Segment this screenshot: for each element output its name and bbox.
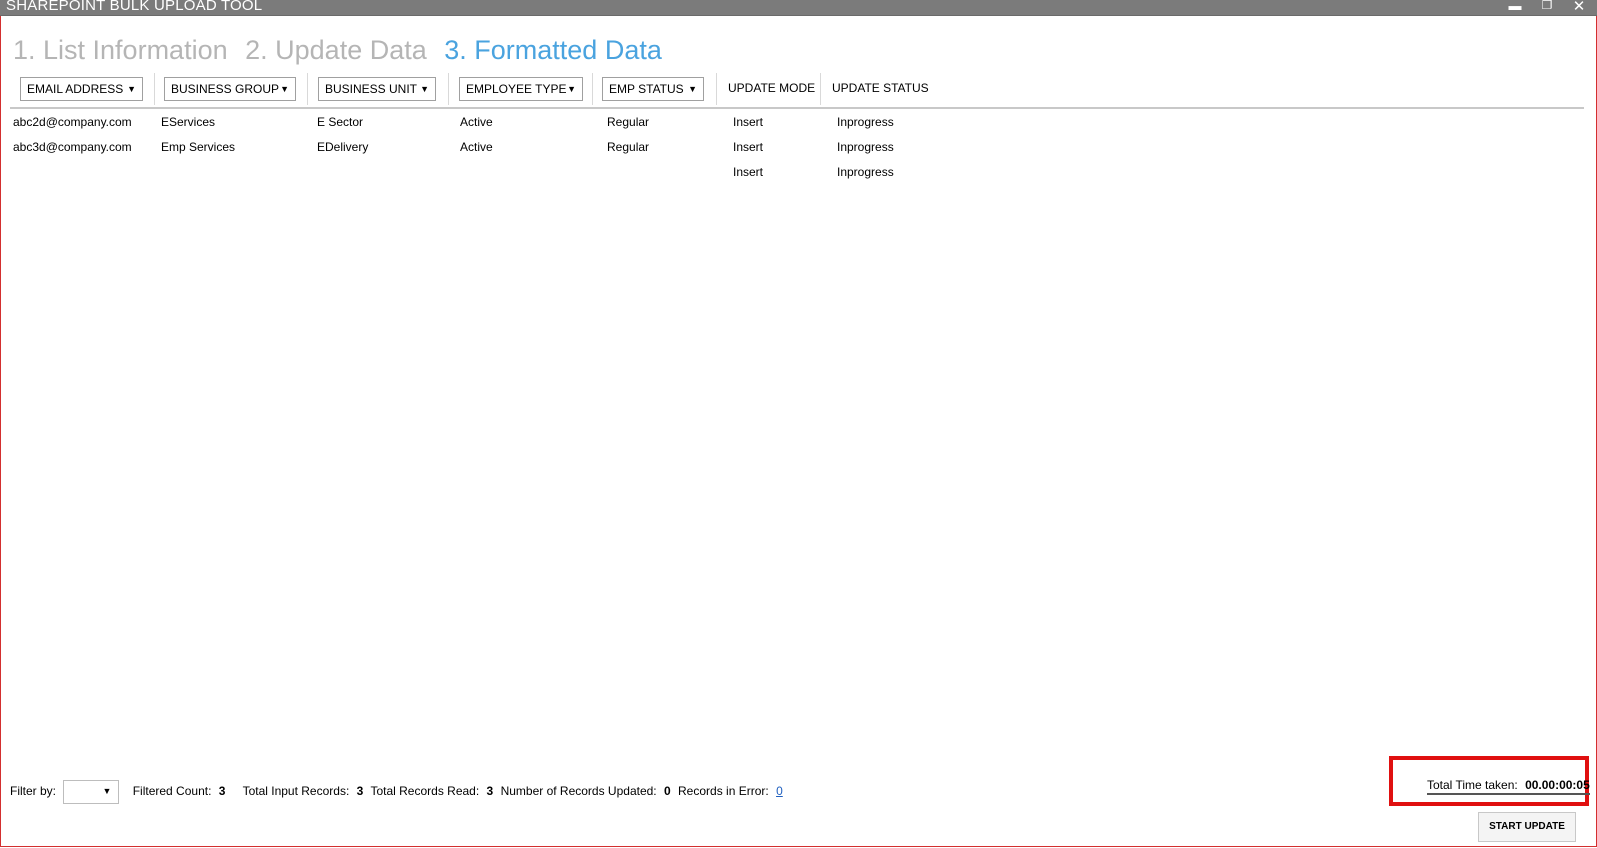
time-taken-label: Total Time taken: (1427, 778, 1518, 792)
table-row[interactable]: abc3d@company.com Emp Services EDelivery… (10, 135, 1010, 160)
grid-header: EMAIL ADDRESS ▼ BUSINESS GROUP ▼ BUSINES… (10, 73, 1584, 109)
column-label: BUSINESS UNIT (325, 82, 418, 96)
time-taken-value: 00.00:00:05 (1525, 778, 1590, 792)
update-mode-cell: Insert (733, 165, 764, 179)
total-read-label: Total Records Read: (370, 784, 480, 799)
column-emp-status: EMP STATUS ▼ (592, 73, 717, 105)
update-mode-cell: Insert (733, 115, 764, 129)
table-row[interactable]: abc2d@company.com EServices E Sector Act… (10, 110, 1010, 135)
status-bar: Filter by: ▼ Filtered Count: 3 Total Inp… (10, 780, 783, 804)
column-business-group: BUSINESS GROUP ▼ (154, 73, 308, 105)
total-input-value: 3 (356, 784, 364, 799)
filtered-count-label: Filtered Count: (132, 784, 212, 799)
time-taken: Total Time taken: 00.00:00:05 (1427, 778, 1590, 795)
step-update-data[interactable]: 2. Update Data (245, 35, 427, 66)
chevron-down-icon: ▼ (688, 84, 697, 94)
records-error-link[interactable]: 0 (776, 784, 783, 798)
column-label: UPDATE STATUS (832, 81, 929, 95)
chevron-down-icon: ▼ (280, 84, 289, 94)
business-unit-cell: EDelivery (317, 140, 369, 154)
start-update-button[interactable]: START UPDATE (1478, 812, 1576, 842)
emp-status-cell: Regular (607, 140, 650, 154)
employee-type-filter-dropdown[interactable]: EMPLOYEE TYPE ▼ (459, 77, 583, 101)
column-label: UPDATE MODE (728, 81, 816, 95)
column-business-unit: BUSINESS UNIT ▼ (307, 73, 449, 105)
email-address-filter-dropdown[interactable]: EMAIL ADDRESS ▼ (20, 77, 143, 101)
business-group-filter-dropdown[interactable]: BUSINESS GROUP ▼ (164, 77, 296, 101)
column-label: EMAIL ADDRESS (27, 82, 124, 96)
app-title: SHAREPOINT BULK UPLOAD TOOL (6, 0, 263, 14)
total-input-label: Total Input Records: (242, 784, 350, 799)
column-label: EMP STATUS (609, 82, 684, 96)
business-group-cell: Emp Services (161, 140, 236, 154)
title-bar: SHAREPOINT BULK UPLOAD TOOL ▬ ❐ ✕ (0, 0, 1597, 16)
restore-icon[interactable]: ❐ (1537, 0, 1557, 12)
records-updated-value: 0 (663, 784, 671, 799)
chevron-down-icon: ▼ (420, 84, 429, 94)
filter-label: Filter by: (10, 784, 57, 799)
emp-status-filter-dropdown[interactable]: EMP STATUS ▼ (602, 77, 704, 101)
data-grid: abc2d@company.com EServices E Sector Act… (10, 110, 1010, 185)
close-icon[interactable]: ✕ (1569, 0, 1589, 15)
table-row[interactable]: Insert Inprogress (10, 160, 1010, 185)
time-taken-highlight: Total Time taken: 00.00:00:05 (1389, 756, 1590, 806)
update-mode-cell: Insert (733, 140, 764, 154)
chevron-down-icon: ▼ (102, 786, 112, 796)
step-formatted-data[interactable]: 3. Formatted Data (444, 35, 662, 66)
chevron-down-icon: ▼ (127, 84, 136, 94)
email-cell: abc3d@company.com (13, 140, 132, 154)
filtered-count-value: 3 (218, 784, 226, 799)
business-unit-filter-dropdown[interactable]: BUSINESS UNIT ▼ (318, 77, 436, 101)
column-update-mode: UPDATE MODE (716, 73, 821, 105)
business-unit-cell: E Sector (317, 115, 364, 129)
email-cell: abc2d@company.com (13, 115, 132, 129)
update-status-cell: Inprogress (837, 165, 894, 179)
business-group-cell: EServices (161, 115, 216, 129)
column-update-status: UPDATE STATUS (820, 73, 1580, 105)
minimize-icon[interactable]: ▬ (1505, 0, 1525, 13)
emp-status-cell: Regular (607, 115, 650, 129)
column-label: EMPLOYEE TYPE (466, 82, 567, 96)
column-employee-type: EMPLOYEE TYPE ▼ (448, 73, 593, 105)
total-read-value: 3 (486, 784, 494, 799)
step-list-information[interactable]: 1. List Information (13, 35, 228, 66)
update-status-cell: Inprogress (837, 140, 894, 154)
update-status-cell: Inprogress (837, 115, 894, 129)
records-error-label: Records in Error: (678, 784, 769, 799)
wizard-steps: 1. List Information 2. Update Data 3. Fo… (13, 35, 672, 66)
employee-type-cell: Active (460, 140, 493, 154)
column-label: BUSINESS GROUP (171, 82, 280, 96)
column-email-address: EMAIL ADDRESS ▼ (10, 73, 155, 105)
employee-type-cell: Active (460, 115, 493, 129)
filter-dropdown[interactable]: ▼ (63, 780, 120, 804)
chevron-down-icon: ▼ (567, 84, 576, 94)
records-updated-label: Number of Records Updated: (500, 784, 657, 799)
